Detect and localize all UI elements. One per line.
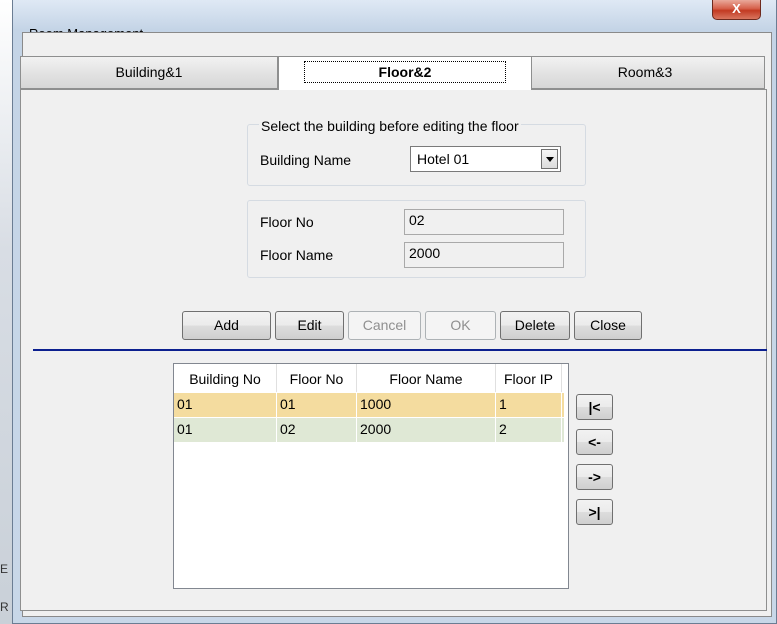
building-name-label: Building Name (260, 152, 352, 168)
floor-grid[interactable]: Building No Floor No Floor Name Floor IP… (173, 363, 569, 589)
previous-record-button[interactable]: <- (576, 429, 613, 455)
chevron-down-icon[interactable] (541, 149, 558, 169)
ok-button[interactable]: OK (425, 311, 496, 340)
tab-floor[interactable]: Floor&2 (278, 56, 532, 90)
cell-building-no: 01 (174, 393, 277, 417)
background-text: E (0, 562, 9, 576)
tab-building[interactable]: Building&1 (20, 56, 278, 89)
close-button[interactable]: Close (574, 311, 642, 340)
close-window-button[interactable]: X (712, 0, 761, 20)
floor-no-label: Floor No (260, 214, 314, 230)
last-record-button[interactable]: >| (576, 499, 613, 525)
delete-button[interactable]: Delete (500, 311, 570, 340)
column-header-floor-ip[interactable]: Floor IP (496, 364, 562, 392)
column-header-building-no[interactable]: Building No (174, 364, 277, 392)
column-header-floor-no[interactable]: Floor No (277, 364, 357, 392)
background-text: R (0, 600, 9, 614)
building-group-caption: Select the building before editing the f… (259, 118, 521, 134)
floor-name-field[interactable]: 2000 (404, 242, 564, 268)
cell-floor-no: 01 (277, 393, 357, 417)
tab-strip: Building&1 Floor&2 Room&3 (8, 56, 765, 90)
grid-header: Building No Floor No Floor Name Floor IP (174, 364, 568, 392)
cell-floor-name: 1000 (357, 393, 496, 417)
cancel-button[interactable]: Cancel (348, 311, 421, 340)
table-row[interactable]: 01 01 1000 1 (174, 393, 564, 417)
building-name-dropdown[interactable]: Hotel 01 (410, 146, 561, 172)
edit-button[interactable]: Edit (275, 311, 344, 340)
first-record-button[interactable]: |< (576, 394, 613, 420)
cell-floor-no: 02 (277, 418, 357, 442)
table-row[interactable]: 01 02 2000 2 (174, 418, 564, 442)
cell-building-no: 01 (174, 418, 277, 442)
add-button[interactable]: Add (182, 311, 271, 340)
building-name-value: Hotel 01 (417, 151, 470, 167)
tab-floor-label: Floor&2 (303, 61, 507, 83)
next-record-button[interactable]: -> (576, 464, 613, 490)
floor-name-label: Floor Name (260, 247, 334, 263)
background-window-edge (0, 0, 12, 624)
cell-floor-ip: 1 (496, 393, 562, 417)
cell-floor-name: 2000 (357, 418, 496, 442)
cell-floor-ip: 2 (496, 418, 562, 442)
tab-room[interactable]: Room&3 (525, 56, 765, 89)
divider (33, 349, 767, 351)
column-header-floor-name[interactable]: Floor Name (357, 364, 496, 392)
floor-no-field[interactable]: 02 (404, 209, 564, 235)
